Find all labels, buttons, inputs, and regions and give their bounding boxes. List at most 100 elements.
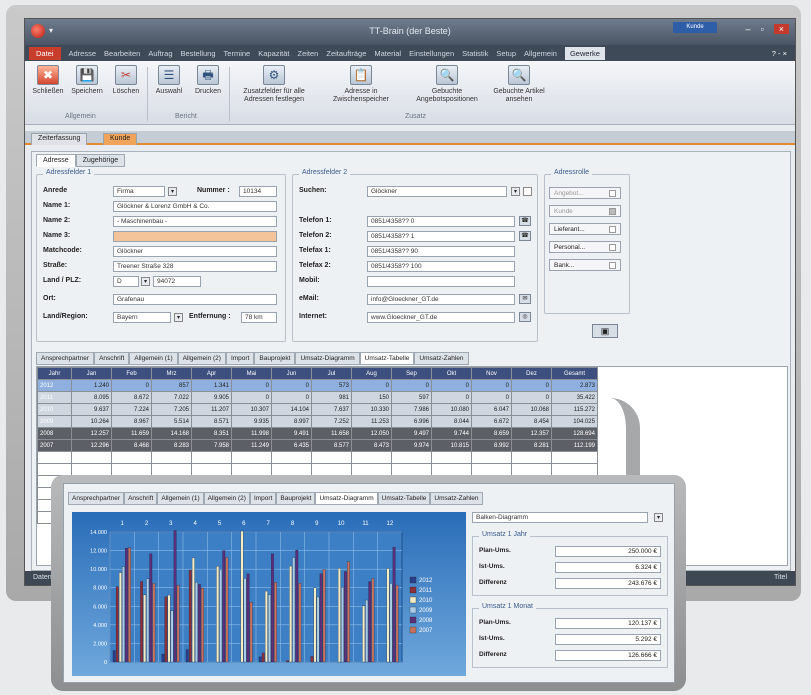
doctab-kunde[interactable]: Kunde <box>103 133 138 145</box>
delete-button[interactable]: ✂ Löschen <box>109 65 143 96</box>
suchen-field[interactable]: Glöckner <box>367 186 507 197</box>
booked-offers-button[interactable]: 🔍 Gebuchte Angebotspositionen <box>409 65 485 104</box>
phone-icon[interactable]: ☎ <box>519 231 531 241</box>
tab-adresse[interactable]: Adresse <box>36 154 76 167</box>
matchcode-field[interactable]: Glöckner <box>113 246 277 257</box>
table-header[interactable]: Mrz <box>151 367 192 380</box>
plz-field[interactable]: 94072 <box>153 276 201 287</box>
menu-zeitauftraege[interactable]: Zeitaufträge <box>326 49 366 58</box>
table-row[interactable]: 2012 1.240 0 857 1.341 0 0 573 0 0 0 0 0 2.873 <box>37 379 598 392</box>
subtab-umsatz-tabelle[interactable]: Umsatz-Tabelle <box>359 352 415 365</box>
zoom-tab-umsatz-tabelle[interactable]: Umsatz-Tabelle <box>377 492 431 505</box>
internet-field[interactable]: www.Gloeckner_GT.de <box>367 312 515 323</box>
menu-statistik[interactable]: Statistik <box>462 49 488 58</box>
role-bank-button[interactable]: Bank... <box>549 259 621 271</box>
globe-icon[interactable]: ◎ <box>519 312 531 322</box>
table-row[interactable]: 2010 9.637 7.224 7.205 11.207 10.307 14.104 7.6… <box>37 403 598 416</box>
zoom-tab-umsatz-zahlen[interactable]: Umsatz-Zahlen <box>430 492 483 505</box>
menu-bearbeiten[interactable]: Bearbeiten <box>104 49 140 58</box>
table-row[interactable]: 2009 10.264 8.967 5.514 8.571 9.935 8.997 7.252… <box>37 415 598 428</box>
menu-setup[interactable]: Setup <box>496 49 516 58</box>
extra-fields-button[interactable]: ⚙ Zusatzfelder für alle Adressen festlege… <box>233 65 315 104</box>
camera-icon[interactable]: ▣ <box>592 324 618 338</box>
chevron-down-icon[interactable]: ▾ <box>511 187 520 196</box>
subtab-allgemein1[interactable]: Allgemein (1) <box>129 352 178 365</box>
table-header[interactable]: Jahr <box>37 367 72 380</box>
menu-datei[interactable]: Datei <box>29 46 61 60</box>
fax1-field[interactable]: 0851/4358?? 90 <box>367 246 515 257</box>
menu-material[interactable]: Material <box>374 49 401 58</box>
table-header[interactable]: Dez <box>511 367 552 380</box>
print-button[interactable]: 🖶 Drucken <box>191 65 225 96</box>
chevron-down-icon[interactable]: ▾ <box>174 313 183 322</box>
nummer-field[interactable]: 10134 <box>239 186 277 197</box>
checkbox-icon[interactable] <box>609 190 616 197</box>
zoom-tab-umsatz-diagramm[interactable]: Umsatz-Diagramm <box>315 492 378 505</box>
subtab-bauprojekt[interactable]: Bauprojekt <box>254 352 296 365</box>
table-row[interactable]: 2011 8.095 8.672 7.022 9.905 0 0 981 150 597 0 0 0 35… <box>37 391 598 404</box>
entfernung-field[interactable]: 78 km <box>241 312 277 323</box>
close-icon[interactable]: × <box>773 24 789 34</box>
tel1-field[interactable]: 0851/4358?? 0 <box>367 216 515 227</box>
ribbon-controls[interactable]: ? - × <box>772 49 787 58</box>
region-select[interactable]: Bayern <box>113 312 171 323</box>
menu-adresse[interactable]: Adresse <box>69 49 97 58</box>
email-field[interactable]: info@Gloeckner_GT.de <box>367 294 515 305</box>
checkbox-icon[interactable] <box>609 226 616 233</box>
zoom-tab-allgemein2[interactable]: Allgemein (2) <box>203 492 250 505</box>
booked-items-button[interactable]: 🔍 Gebuchte Artikel ansehen <box>489 65 549 104</box>
name1-field[interactable]: Glöckner & Lorenz GmbH & Co. <box>113 201 277 212</box>
table-header[interactable]: Apr <box>191 367 232 380</box>
table-row-empty[interactable] <box>37 463 598 476</box>
name2-field[interactable]: - Maschinenbau - <box>113 216 277 227</box>
menu-gewerke[interactable]: Gewerke <box>564 46 605 60</box>
land-select[interactable]: D <box>113 276 139 287</box>
role-lieferant-button[interactable]: Lieferant... <box>549 223 621 235</box>
menu-auftrag[interactable]: Auftrag <box>148 49 172 58</box>
doctab-zeiterfassung[interactable]: Zeiterfassung <box>31 133 88 145</box>
mobil-field[interactable] <box>367 276 515 287</box>
selection-button[interactable]: ☰ Auswahl <box>151 65 187 96</box>
tab-zugehoerige[interactable]: Zugehörige <box>75 154 126 167</box>
table-header[interactable]: Feb <box>111 367 152 380</box>
table-header[interactable]: Sep <box>391 367 432 380</box>
strasse-field[interactable]: Treener Straße 328 <box>113 261 277 272</box>
role-kunde-button[interactable]: Kunde <box>549 205 621 217</box>
fax2-field[interactable]: 0851/4358?? 100 <box>367 261 515 272</box>
zoom-tab-bauprojekt[interactable]: Bauprojekt <box>276 492 316 505</box>
checkbox-icon[interactable] <box>609 262 616 269</box>
chart-type-select[interactable]: Balken-Diagramm <box>472 512 648 523</box>
table-header[interactable]: Okt <box>431 367 472 380</box>
minimize-icon[interactable]: – <box>746 24 751 34</box>
chevron-down-icon[interactable]: ▾ <box>168 187 177 196</box>
table-row-empty[interactable] <box>37 451 598 464</box>
checkbox-icon[interactable] <box>609 244 616 251</box>
role-personal-button[interactable]: Personal... <box>549 241 621 253</box>
maximize-icon[interactable]: ▫ <box>761 24 764 34</box>
checkbox-icon[interactable] <box>523 187 532 196</box>
menu-kapazitaet[interactable]: Kapazität <box>258 49 289 58</box>
table-header[interactable]: Jan <box>71 367 112 380</box>
menu-allgemein[interactable]: Allgemein <box>524 49 557 58</box>
role-angebot-button[interactable]: Angebot... <box>549 187 621 199</box>
checkbox-icon[interactable] <box>609 208 616 215</box>
name3-field[interactable] <box>113 231 277 242</box>
clipboard-button[interactable]: 📋 Adresse in Zwischenspeicher <box>321 65 401 104</box>
table-header[interactable]: Gesamt <box>551 367 598 380</box>
zoom-tab-allgemein1[interactable]: Allgemein (1) <box>157 492 204 505</box>
table-header[interactable]: Nov <box>471 367 512 380</box>
subtab-allgemein2[interactable]: Allgemein (2) <box>177 352 226 365</box>
ort-field[interactable]: Grafenau <box>113 294 277 305</box>
zoom-tab-ansprechpartner[interactable]: Ansprechpartner <box>68 492 125 505</box>
subtab-umsatz-diagramm[interactable]: Umsatz-Diagramm <box>295 352 360 365</box>
tel2-field[interactable]: 0851/4358?? 1 <box>367 231 515 242</box>
menu-zeiten[interactable]: Zeiten <box>298 49 319 58</box>
subtab-ansprechpartner[interactable]: Ansprechpartner <box>36 352 95 365</box>
phone-icon[interactable]: ☎ <box>519 216 531 226</box>
menu-einstellungen[interactable]: Einstellungen <box>409 49 454 58</box>
mail-icon[interactable]: ✉ <box>519 294 531 304</box>
subtab-import[interactable]: Import <box>225 352 255 365</box>
zoom-tab-anschrift[interactable]: Anschrift <box>124 492 158 505</box>
table-header[interactable]: Aug <box>351 367 392 380</box>
table-header[interactable]: Jul <box>311 367 352 380</box>
